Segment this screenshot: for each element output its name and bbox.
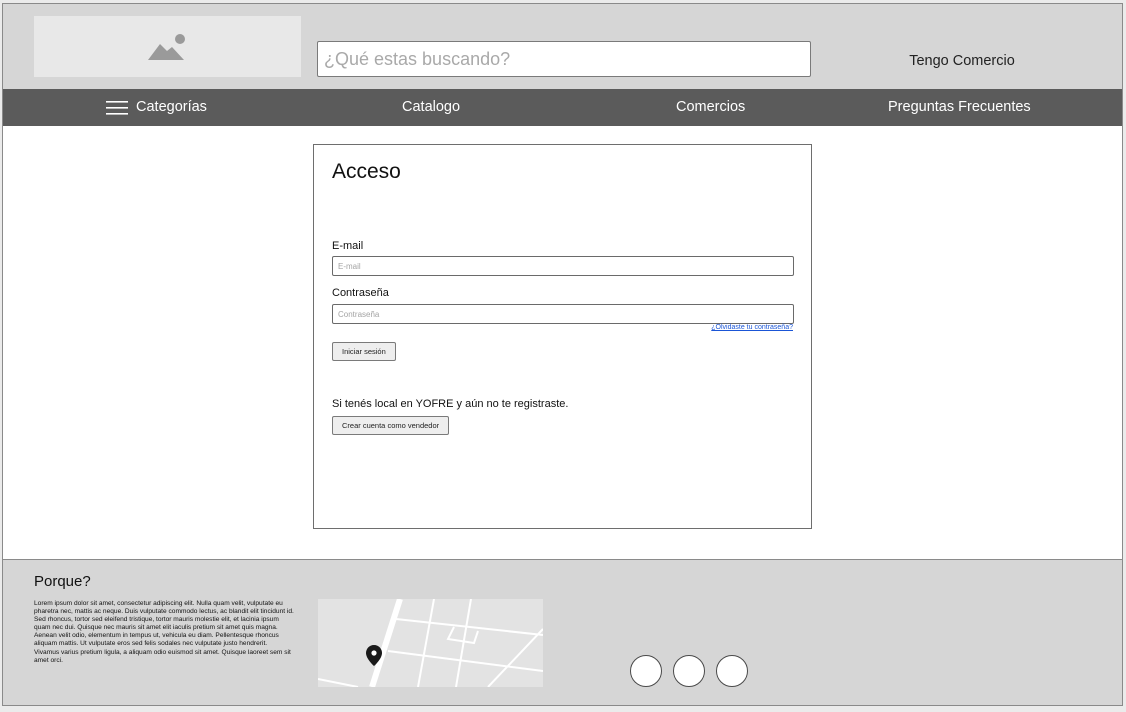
logo-placeholder[interactable] — [34, 16, 301, 77]
nav-catalogo[interactable]: Catalogo — [402, 99, 460, 115]
email-field[interactable] — [332, 256, 794, 276]
footer-description: Lorem ipsum dolor sit amet, consectetur … — [34, 600, 294, 664]
hamburger-menu-icon[interactable] — [106, 101, 128, 115]
social-icon-2[interactable] — [673, 655, 705, 687]
login-button[interactable]: Iniciar sesión — [332, 342, 396, 361]
create-seller-account-button[interactable]: Crear cuenta como vendedor — [332, 416, 450, 435]
search-input[interactable] — [317, 41, 811, 77]
main-nav: Categorías Catalogo Comercios Preguntas … — [3, 89, 1122, 126]
tengo-comercio-link[interactable]: Tengo Comercio — [885, 53, 1039, 69]
login-title: Acceso — [332, 160, 401, 183]
header: Tengo Comercio — [3, 4, 1122, 89]
footer: Porque? Lorem ipsum dolor sit amet, cons… — [3, 559, 1122, 705]
forgot-password-link[interactable]: ¿Olvidaste tu contraseña? — [711, 324, 793, 331]
login-card: Acceso E-mail Contraseña ¿Olvidaste tu c… — [313, 144, 812, 529]
page-frame: Tengo Comercio Categorías Catalogo Comer… — [2, 3, 1123, 706]
nav-preguntas-frecuentes[interactable]: Preguntas Frecuentes — [888, 99, 1031, 115]
image-placeholder-icon — [148, 34, 185, 60]
nav-comercios[interactable]: Comercios — [676, 99, 745, 115]
social-icon-1[interactable] — [630, 655, 662, 687]
social-icon-3[interactable] — [716, 655, 748, 687]
email-label: E-mail — [332, 240, 364, 252]
nav-categorias[interactable]: Categorías — [136, 99, 207, 115]
footer-title: Porque? — [34, 573, 91, 590]
seller-info-text: Si tenés local en YOFRE y aún no te regi… — [332, 398, 569, 410]
map-image[interactable] — [318, 599, 543, 687]
password-field[interactable] — [332, 304, 794, 324]
password-label: Contraseña — [332, 287, 389, 299]
